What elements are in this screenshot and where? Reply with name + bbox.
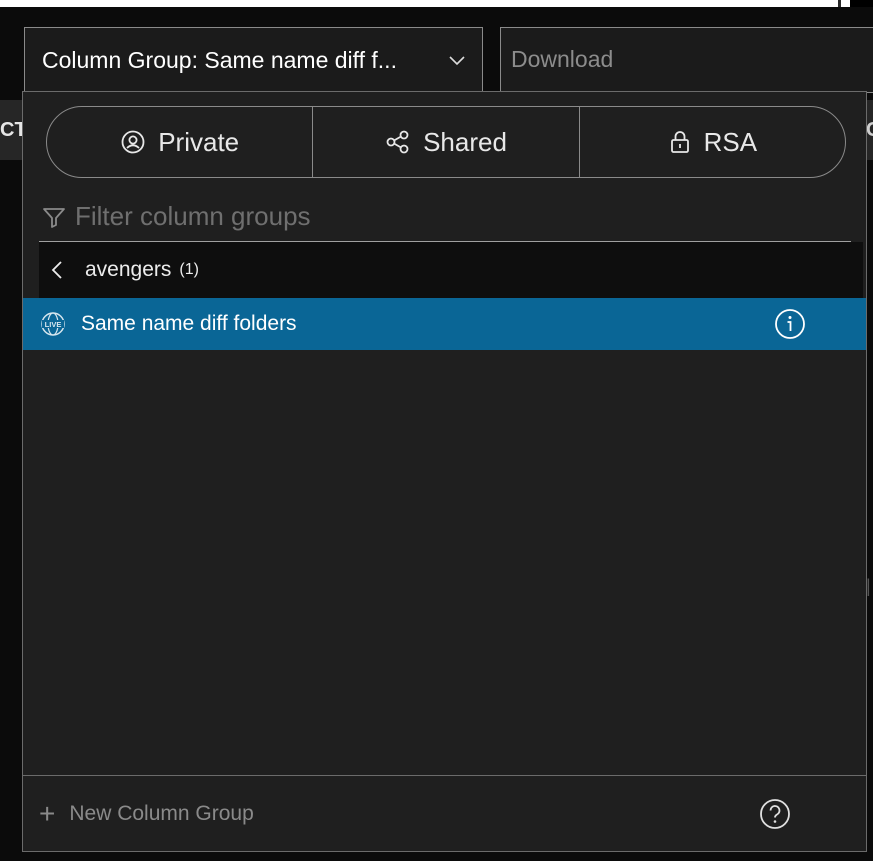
top-strip bbox=[0, 0, 873, 7]
filter-column-groups-input[interactable]: Filter column groups bbox=[39, 192, 851, 242]
top-strip-corner bbox=[850, 0, 873, 7]
user-circle-icon bbox=[121, 130, 145, 154]
tab-private[interactable]: Private bbox=[47, 107, 314, 177]
live-globe-icon: LIVE bbox=[41, 312, 65, 336]
download-field[interactable]: Download bbox=[500, 27, 873, 93]
column-group-select[interactable]: Column Group: Same name diff f... bbox=[24, 27, 483, 93]
folder-name: avengers bbox=[85, 258, 172, 281]
help-icon[interactable] bbox=[759, 798, 791, 830]
column-group-dropdown-panel: Private Shared RSA Filter column groups … bbox=[22, 91, 867, 852]
panel-footer: + New Column Group bbox=[23, 775, 866, 851]
share-icon bbox=[386, 130, 409, 154]
column-group-select-label: Column Group: Same name diff f... bbox=[42, 46, 397, 73]
chevron-left-icon bbox=[51, 261, 62, 279]
column-group-item-name: Same name diff folders bbox=[81, 312, 297, 335]
filter-icon bbox=[43, 207, 65, 228]
folder-row-back[interactable]: avengers (1) bbox=[39, 242, 863, 298]
filter-placeholder: Filter column groups bbox=[75, 201, 311, 231]
svg-text:LIVE: LIVE bbox=[45, 320, 62, 329]
tab-private-label: Private bbox=[158, 126, 240, 157]
lock-icon bbox=[670, 131, 689, 153]
chevron-down-icon bbox=[449, 56, 465, 66]
new-column-group-button[interactable]: + New Column Group bbox=[39, 800, 254, 828]
background-toolbar-right-text: C bbox=[866, 119, 873, 142]
top-strip-notch bbox=[838, 0, 841, 7]
info-icon[interactable] bbox=[774, 308, 806, 340]
column-group-scope-tabs: Private Shared RSA bbox=[46, 106, 846, 178]
new-column-group-label: New Column Group bbox=[69, 802, 254, 825]
plus-icon: + bbox=[39, 798, 56, 829]
tab-shared-label: Shared bbox=[423, 126, 507, 157]
folder-count: (1) bbox=[179, 261, 199, 278]
tab-rsa-label: RSA bbox=[703, 126, 758, 157]
tab-shared[interactable]: Shared bbox=[313, 107, 580, 177]
tab-rsa[interactable]: RSA bbox=[580, 107, 845, 177]
column-group-item[interactable]: LIVE Same name diff folders bbox=[23, 298, 866, 350]
